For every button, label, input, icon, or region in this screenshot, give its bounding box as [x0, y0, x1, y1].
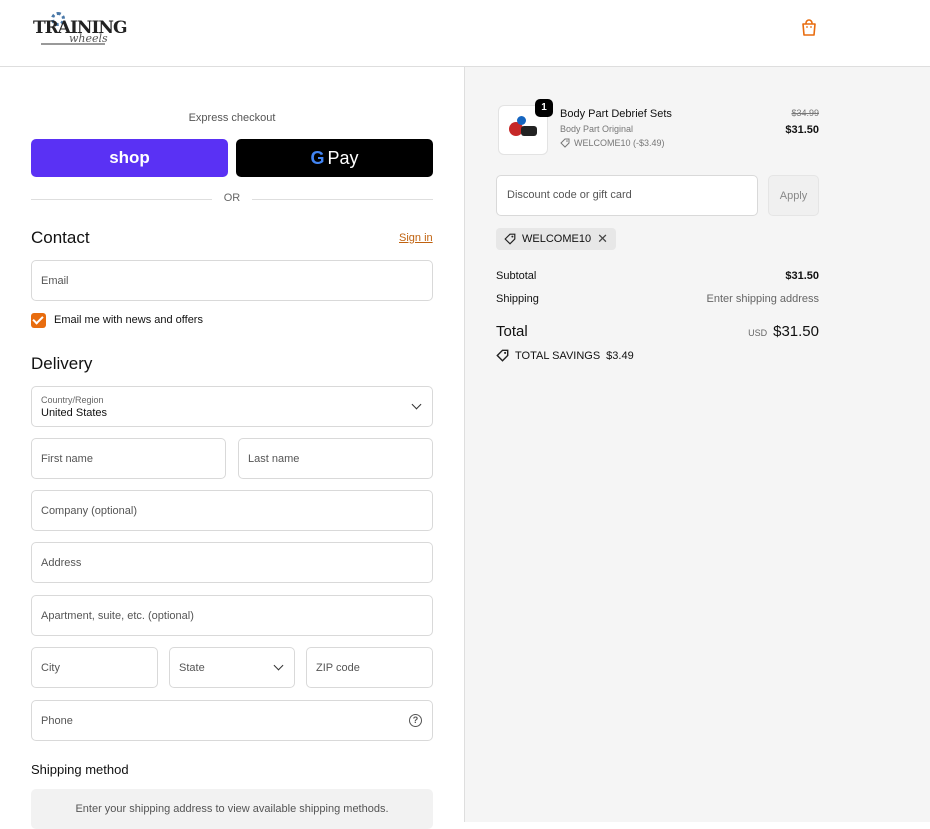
shipping-value: Enter shipping address: [706, 293, 819, 305]
shipping-method-message: Enter your shipping address to view avai…: [31, 789, 433, 829]
contact-heading: Contact: [31, 228, 90, 247]
city-placeholder: City: [41, 661, 60, 674]
chevron-down-icon: [411, 399, 422, 410]
first-name-field[interactable]: First name: [31, 438, 226, 479]
applied-discount-code: WELCOME10: [522, 233, 592, 245]
phone-placeholder: Phone: [41, 714, 73, 727]
savings-value: $3.49: [606, 349, 634, 362]
last-name-field[interactable]: Last name: [238, 438, 433, 479]
phone-field[interactable]: Phone ?: [31, 700, 433, 741]
email-field[interactable]: Email: [31, 260, 433, 301]
delivery-heading: Delivery: [31, 354, 93, 373]
google-pay-button[interactable]: G Pay: [236, 139, 433, 177]
currency-code: USD: [748, 328, 768, 338]
divider: [252, 199, 433, 200]
applied-discount-chip: WELCOME10 ✕: [496, 228, 616, 250]
help-icon[interactable]: ?: [409, 714, 422, 727]
original-price: $34.99: [791, 108, 819, 118]
address-placeholder: Address: [41, 556, 82, 569]
first-name-placeholder: First name: [41, 452, 93, 465]
address-field[interactable]: Address: [31, 542, 433, 583]
shipping-label: Shipping: [496, 293, 539, 305]
google-pay-label: Pay: [327, 147, 359, 168]
checkout-form: Express checkout shop G Pay OR Contact Si…: [0, 67, 464, 829]
subtotal-row: Subtotal $31.50: [496, 270, 819, 282]
product-discount-label: WELCOME10 (-$3.49): [574, 138, 665, 148]
express-checkout-label: Express checkout: [188, 112, 276, 124]
city-field[interactable]: City: [31, 647, 158, 688]
country-label: Country/Region: [41, 394, 104, 405]
total-savings: TOTAL SAVINGS $3.49: [496, 349, 634, 362]
company-field[interactable]: Company (optional): [31, 490, 433, 531]
tag-icon: [504, 233, 516, 245]
tag-icon: [496, 349, 509, 362]
divider: [31, 199, 212, 200]
google-icon: G: [310, 147, 325, 168]
email-placeholder: Email: [41, 274, 69, 287]
store-logo[interactable]: TRAINING wheels: [31, 12, 127, 46]
shopping-bag-icon[interactable]: [801, 19, 817, 36]
country-value: United States: [41, 406, 108, 419]
or-separator: OR: [223, 192, 241, 204]
quantity-badge: 1: [535, 99, 553, 117]
subtotal-value: $31.50: [785, 270, 819, 282]
discount-code-input[interactable]: Discount code or gift card: [496, 175, 758, 216]
total-amount: USD $31.50: [748, 323, 819, 340]
company-placeholder: Company (optional): [41, 504, 137, 517]
last-name-placeholder: Last name: [248, 452, 300, 465]
product-price: $31.50: [785, 124, 819, 136]
apartment-placeholder: Apartment, suite, etc. (optional): [41, 609, 194, 622]
marketing-checkbox-label: Email me with news and offers: [54, 314, 203, 326]
country-select[interactable]: Country/Region United States: [31, 386, 433, 427]
shipping-row: Shipping Enter shipping address: [496, 293, 819, 305]
total-row: Total USD $31.50: [496, 323, 819, 340]
state-placeholder: State: [179, 661, 205, 674]
state-select[interactable]: State: [169, 647, 295, 688]
total-value: $31.50: [773, 323, 819, 340]
product-discount: WELCOME10 (-$3.49): [560, 138, 665, 148]
sign-in-link[interactable]: Sign in: [399, 232, 433, 244]
header: TRAINING wheels: [0, 0, 930, 67]
apartment-field[interactable]: Apartment, suite, etc. (optional): [31, 595, 433, 636]
marketing-checkbox[interactable]: [31, 313, 46, 328]
apply-discount-button[interactable]: Apply: [768, 175, 819, 216]
tag-icon: [560, 138, 570, 148]
savings-label: TOTAL SAVINGS: [515, 349, 601, 362]
zip-field[interactable]: ZIP code: [306, 647, 433, 688]
total-label: Total: [496, 323, 528, 340]
logo-underline: [41, 43, 105, 45]
product-variant: Body Part Original: [560, 124, 634, 134]
shop-pay-button[interactable]: shop: [31, 139, 228, 177]
zip-placeholder: ZIP code: [316, 661, 360, 674]
remove-discount-icon[interactable]: ✕: [597, 231, 608, 247]
subtotal-label: Subtotal: [496, 270, 537, 282]
shipping-method-heading: Shipping method: [31, 762, 129, 777]
product-name: Body Part Debrief Sets: [560, 108, 672, 120]
chevron-down-icon: [273, 660, 284, 671]
order-summary: 1 Body Part Debrief Sets Body Part Origi…: [464, 67, 930, 822]
